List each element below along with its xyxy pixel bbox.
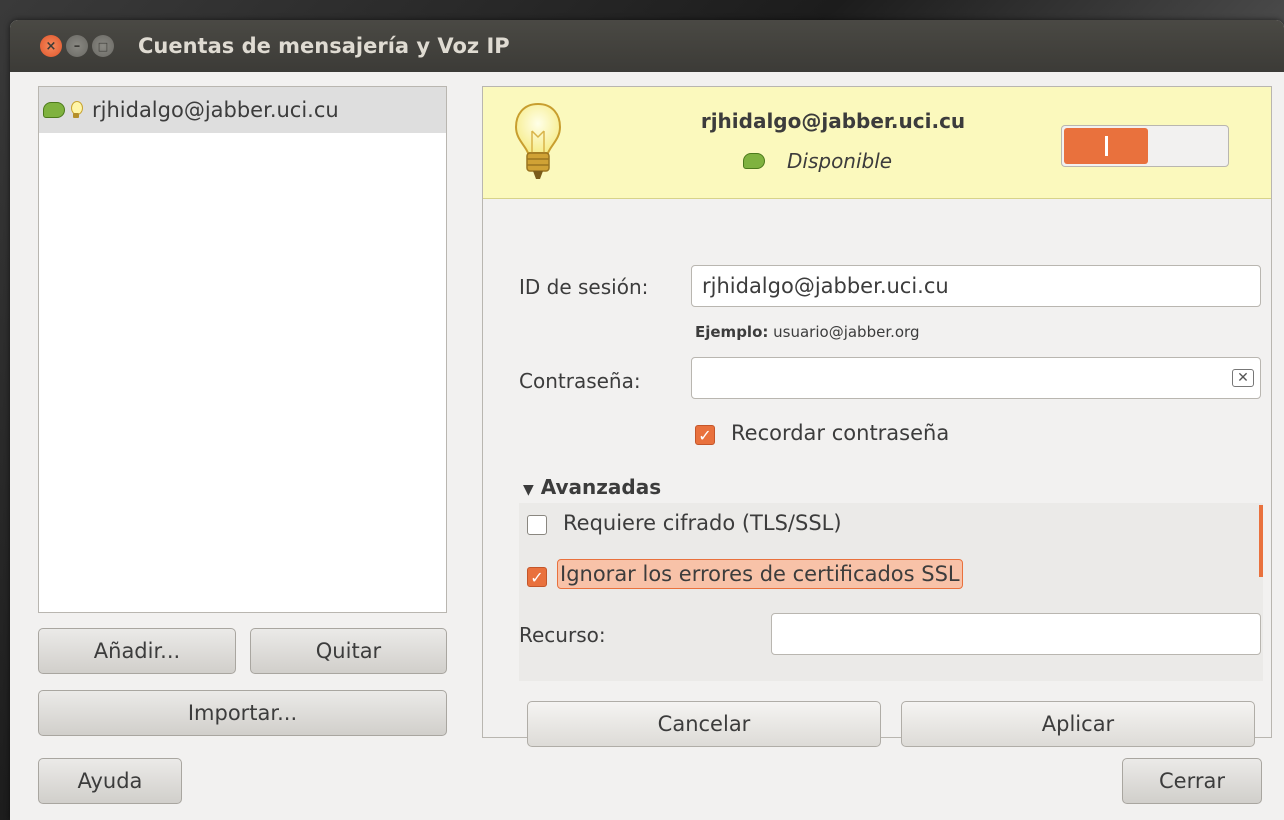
login-id-input[interactable]: rjhidalgo@jabber.uci.cu [691, 265, 1261, 307]
ignore-ssl-errors-label[interactable]: Ignorar los errores de certificados SSL [557, 559, 963, 589]
title-bar: × – □ Cuentas de mensajería y Voz IP [10, 20, 1284, 72]
advanced-scrollbar[interactable] [1259, 505, 1263, 577]
remove-account-button[interactable]: Quitar [250, 628, 447, 674]
enabled-bulb-icon [70, 101, 83, 119]
account-enabled-switch[interactable] [1061, 125, 1229, 167]
remember-password-checkbox[interactable]: ✓ [695, 425, 715, 445]
import-accounts-button[interactable]: Importar... [38, 690, 447, 736]
resource-label: Recurso: [519, 623, 606, 647]
switch-on-indicator [1064, 128, 1148, 164]
advanced-label: Avanzadas [540, 475, 662, 499]
account-info-bar: rjhidalgo@jabber.uci.cu Disponible [483, 87, 1271, 199]
close-window-button[interactable]: × [40, 35, 62, 57]
advanced-expander[interactable]: ▼ Avanzadas [523, 475, 661, 499]
help-button[interactable]: Ayuda [38, 758, 182, 804]
account-status-label: Disponible [787, 149, 893, 173]
clear-password-icon[interactable]: ✕ [1232, 369, 1254, 387]
minimize-window-button[interactable]: – [66, 35, 88, 57]
close-button[interactable]: Cerrar [1122, 758, 1262, 804]
account-status: Disponible [743, 149, 892, 173]
login-id-label: ID de sesión: [519, 275, 649, 299]
account-list-item-label: rjhidalgo@jabber.uci.cu [92, 98, 339, 122]
maximize-window-button[interactable]: □ [92, 35, 114, 57]
window-title: Cuentas de mensajería y Voz IP [138, 34, 510, 58]
login-id-example: Ejemplo: usuario@jabber.org [695, 323, 919, 341]
accounts-dialog: × – □ Cuentas de mensajería y Voz IP rjh… [10, 20, 1284, 820]
available-status-icon [43, 102, 65, 118]
ignore-ssl-errors-checkbox[interactable]: ✓ [527, 567, 547, 587]
cancel-button[interactable]: Cancelar [527, 701, 881, 747]
example-value: usuario@jabber.org [773, 323, 920, 341]
available-status-icon [743, 153, 765, 169]
password-label: Contraseña: [519, 369, 641, 393]
expander-down-icon: ▼ [523, 482, 534, 498]
password-input[interactable]: ✕ [691, 357, 1261, 399]
remember-password-label[interactable]: Recordar contraseña [731, 421, 949, 445]
example-prefix: Ejemplo: [695, 323, 769, 341]
require-encryption-label[interactable]: Requiere cifrado (TLS/SSL) [563, 511, 842, 535]
account-settings-panel: rjhidalgo@jabber.uci.cu Disponible ID de… [482, 86, 1272, 747]
apply-button[interactable]: Aplicar [901, 701, 1255, 747]
resource-input[interactable] [771, 613, 1261, 655]
add-account-button[interactable]: Añadir... [38, 628, 236, 674]
account-list[interactable]: rjhidalgo@jabber.uci.cu [38, 86, 447, 613]
require-encryption-checkbox[interactable] [527, 515, 547, 535]
account-list-item[interactable]: rjhidalgo@jabber.uci.cu [39, 87, 446, 133]
